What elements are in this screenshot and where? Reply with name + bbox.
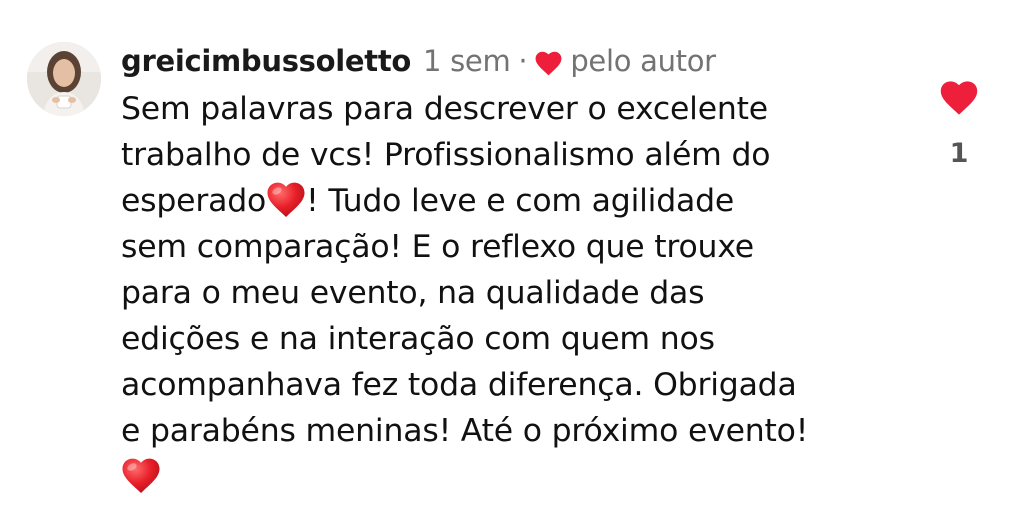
comment-line: edições e na interação com quem nos [121,321,715,357]
username-link[interactable]: greicimbussoletto [121,44,411,78]
separator-dot: · [518,44,528,78]
comment-item: greicimbussoletto 1 sem · pelo autor Sem… [0,0,1024,509]
comment-line-part: ! Tudo leve e com agilidade [306,183,735,219]
red-heart-emoji-icon [121,457,161,495]
heart-icon [535,51,562,76]
comment-line: e parabéns meninas! Até o próximo evento… [121,413,809,449]
comment-line: Sem palavras para descrever o excelente [121,91,768,127]
timestamp[interactable]: 1 sem [423,44,511,78]
comment-line: esperado ! Tudo leve e com agilidade [121,178,911,224]
like-count[interactable]: 1 [935,138,983,169]
liked-by-author-label: pelo autor [570,44,716,78]
comment-line: sem comparação! E o reflexo que trouxe [121,229,754,265]
avatar-image [27,42,101,116]
comment-line-part: esperado [121,183,267,219]
comment-line: acompanhava fez toda diferença. Obrigada [121,367,797,403]
avatar[interactable] [27,42,101,116]
comment-line [121,454,911,500]
comment-header: greicimbussoletto 1 sem · pelo autor [121,40,716,82]
red-heart-emoji-icon [266,181,306,219]
comment-line: para o meu evento, na qualidade das [121,275,705,311]
comment-line: trabalho de vcs! Profissionalismo além d… [121,137,771,173]
like-button[interactable] [940,80,978,116]
heart-icon [940,81,978,115]
comment-text: Sem palavras para descrever o excelente … [121,86,911,500]
